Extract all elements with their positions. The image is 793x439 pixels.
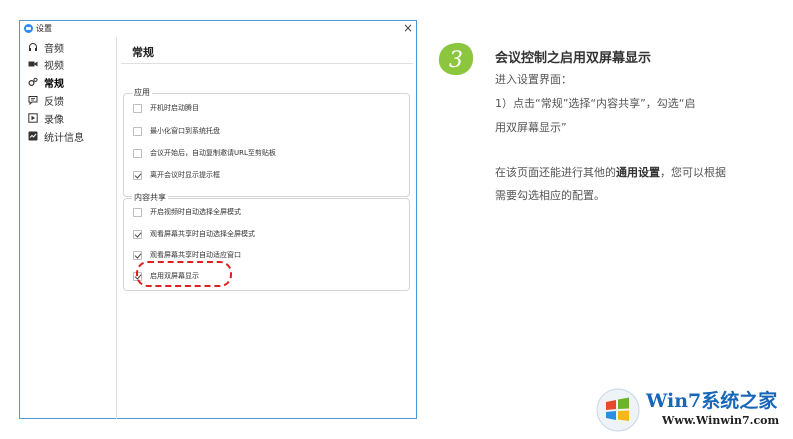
app-logo-icon <box>24 24 33 33</box>
sidebar-item-recording[interactable]: 录像 <box>28 110 64 126</box>
tutorial-bold-term: 通用设置 <box>616 166 660 179</box>
checkbox[interactable] <box>133 126 142 136</box>
close-button[interactable]: × <box>403 20 413 36</box>
checkbox[interactable] <box>133 148 142 158</box>
sidebar-item-label: 视频 <box>44 60 64 72</box>
option-label: 观看屏幕共享时自动选择全屏模式 <box>150 230 255 238</box>
option-video-fullscreen[interactable]: 开启视频时自动选择全屏模式 <box>133 206 241 218</box>
tutorial-text-line4: 在该页面还能进行其他的通用设置，您可以根据 <box>495 162 775 184</box>
group-title: 内容共享 <box>132 192 168 203</box>
tutorial-title: 会议控制之启用双屏幕显示 <box>495 51 652 66</box>
stats-icon <box>28 131 38 141</box>
sidebar-item-label: 统计信息 <box>44 132 84 144</box>
checkbox-checked[interactable] <box>133 250 142 260</box>
sidebar-item-video[interactable]: 视频 <box>28 56 64 72</box>
sidebar-item-audio[interactable]: 音频 <box>28 39 64 55</box>
sidebar-item-general[interactable]: 常规 <box>28 74 64 90</box>
tutorial-text-line1: 进入设置界面： <box>495 73 572 86</box>
watermark-url: Www.Winwin7.com <box>662 414 780 427</box>
tutorial-text-segment: ，您可以根据 <box>660 166 726 179</box>
settings-sidebar: 音频 视频 常规 反馈 录像 统计信息 <box>20 37 117 419</box>
sidebar-item-label: 音频 <box>44 43 64 55</box>
option-share-fullscreen[interactable]: 观看屏幕共享时自动选择全屏模式 <box>133 228 255 240</box>
watermark-brand: Win7系统之家 <box>646 390 778 412</box>
tutorial-text-line3: 用双屏幕显示” <box>495 121 567 134</box>
title-divider <box>121 63 413 64</box>
checkbox[interactable] <box>133 103 142 113</box>
dual-screen-highlight <box>136 261 232 287</box>
sidebar-item-statistics[interactable]: 统计信息 <box>28 128 84 144</box>
window-title: 设置 <box>36 24 52 33</box>
sidebar-item-label: 录像 <box>44 114 64 126</box>
option-leave-prompt[interactable]: 离开会议时显示提示框 <box>133 169 220 181</box>
windows-logo-icon <box>596 388 640 432</box>
app-settings-group: 应用 开机时启动腾目 最小化窗口到系统托盘 会议开始后，自动复制邀请URL至剪贴… <box>123 87 410 197</box>
watermark: Win7系统之家 Www.Winwin7.com <box>596 382 788 434</box>
sidebar-item-label: 常规 <box>44 78 64 90</box>
headphone-icon <box>29 43 37 51</box>
option-label: 观看屏幕共享时自动适应窗口 <box>150 251 241 259</box>
title-bar: 设置 × <box>20 21 416 37</box>
option-minimize-to-tray[interactable]: 最小化窗口到系统托盘 <box>133 125 220 137</box>
settings-content: 常规 应用 开机时启动腾目 最小化窗口到系统托盘 会议开始后，自动复制邀请URL… <box>121 37 413 419</box>
settings-window: 设置 × 音频 视频 常规 反馈 录像 统计信息 常规 应用 开机时启动腾目 最… <box>19 20 417 419</box>
tutorial-text-segment: 在该页面还能进行其他的 <box>495 166 616 179</box>
option-label: 开机时启动腾目 <box>150 104 199 112</box>
step-number-badge: 3 <box>438 42 474 76</box>
option-label: 会议开始后，自动复制邀请URL至剪贴板 <box>150 149 276 157</box>
checkbox[interactable] <box>133 207 142 217</box>
chat-icon <box>28 96 38 105</box>
tutorial-text-line2: 1）点击“常规”选择“内容共享”，勾选“启 <box>495 97 696 110</box>
option-copy-invite-url[interactable]: 会议开始后，自动复制邀请URL至剪贴板 <box>133 147 276 159</box>
sidebar-item-label: 反馈 <box>44 96 64 108</box>
step-number: 3 <box>449 48 463 73</box>
tutorial-text-line5: 需要勾选相应的配置。 <box>495 189 605 202</box>
page-title: 常规 <box>132 46 154 59</box>
gear-icon <box>28 77 38 87</box>
option-label: 最小化窗口到系统托盘 <box>150 127 220 135</box>
option-share-fit-window[interactable]: 观看屏幕共享时自动适应窗口 <box>133 249 241 261</box>
option-label: 开启视频时自动选择全屏模式 <box>150 208 241 216</box>
checkbox-checked[interactable] <box>133 170 142 180</box>
option-label: 离开会议时显示提示框 <box>150 171 220 179</box>
sidebar-item-feedback[interactable]: 反馈 <box>28 92 64 108</box>
video-camera-icon <box>28 61 38 67</box>
record-icon <box>28 113 38 123</box>
checkbox-checked[interactable] <box>133 229 142 239</box>
option-launch-at-startup[interactable]: 开机时启动腾目 <box>133 102 199 114</box>
group-title: 应用 <box>132 87 152 98</box>
